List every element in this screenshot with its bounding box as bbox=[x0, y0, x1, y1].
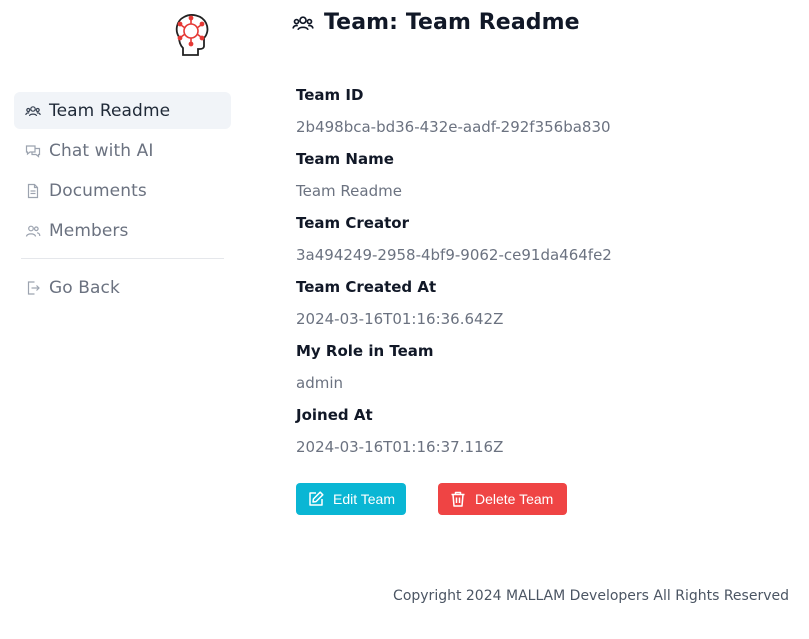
team-name-label: Team Name bbox=[296, 150, 394, 168]
team-creator-label: Team Creator bbox=[296, 214, 409, 232]
my-role-value: admin bbox=[296, 374, 343, 392]
members-icon bbox=[25, 223, 41, 239]
sidebar-item-label: Chat with AI bbox=[49, 140, 154, 161]
team-id-value: 2b498bca-bd36-432e-aadf-292f356ba830 bbox=[296, 118, 611, 136]
team-creator-value: 3a494249-2958-4bf9-9062-ce91da464fe2 bbox=[296, 246, 612, 264]
sidebar-item-chat-with-ai[interactable]: Chat with AI bbox=[14, 132, 231, 169]
sidebar: Team Readme Chat with AI Documents Membe… bbox=[14, 92, 231, 309]
team-created-at-value: 2024-03-16T01:16:36.642Z bbox=[296, 310, 504, 328]
edit-team-button[interactable]: Edit Team bbox=[296, 483, 406, 515]
sidebar-divider bbox=[21, 258, 224, 259]
go-back-button[interactable]: Go Back bbox=[14, 269, 231, 306]
team-details: Team ID 2b498bca-bd36-432e-aadf-292f356b… bbox=[296, 84, 612, 468]
delete-team-button[interactable]: Delete Team bbox=[438, 483, 567, 515]
trash-icon bbox=[449, 490, 467, 508]
sidebar-item-members[interactable]: Members bbox=[14, 212, 231, 249]
exit-icon bbox=[25, 280, 41, 296]
document-icon bbox=[25, 183, 41, 199]
my-role-label: My Role in Team bbox=[296, 342, 434, 360]
go-back-label: Go Back bbox=[49, 277, 120, 298]
joined-at-value: 2024-03-16T01:16:37.116Z bbox=[296, 438, 504, 456]
chat-icon bbox=[25, 143, 41, 159]
copyright-footer: Copyright 2024 MALLAM Developers All Rig… bbox=[393, 588, 789, 604]
team-created-at-label: Team Created At bbox=[296, 278, 437, 296]
team-name-value: Team Readme bbox=[296, 182, 402, 200]
page-header: Team: Team Readme bbox=[292, 10, 580, 35]
team-icon bbox=[292, 12, 314, 34]
page-title: Team: Team Readme bbox=[324, 10, 580, 35]
joined-at-label: Joined At bbox=[296, 406, 373, 424]
app-logo-icon bbox=[171, 13, 211, 57]
sidebar-item-label: Documents bbox=[49, 180, 147, 201]
team-icon bbox=[25, 103, 41, 119]
delete-team-label: Delete Team bbox=[475, 491, 554, 507]
sidebar-item-label: Members bbox=[49, 220, 129, 241]
sidebar-item-team-readme[interactable]: Team Readme bbox=[14, 92, 231, 129]
team-id-label: Team ID bbox=[296, 86, 364, 104]
sidebar-item-documents[interactable]: Documents bbox=[14, 172, 231, 209]
edit-team-label: Edit Team bbox=[333, 491, 395, 507]
edit-icon bbox=[307, 490, 325, 508]
sidebar-item-label: Team Readme bbox=[49, 100, 171, 121]
team-actions: Edit Team Delete Team bbox=[296, 483, 567, 515]
